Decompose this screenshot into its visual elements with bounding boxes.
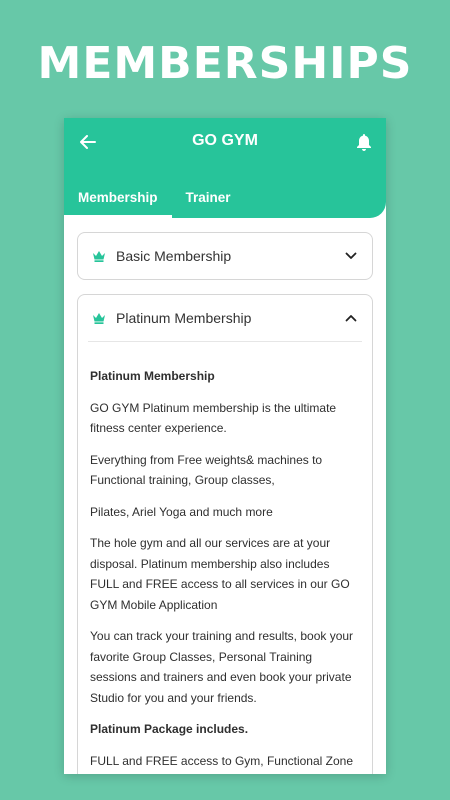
platinum-paragraph-4: The hole gym and all our services are at… — [90, 536, 350, 612]
platinum-membership-title: Platinum Membership — [116, 310, 252, 326]
tab-membership[interactable]: Membership — [64, 178, 172, 218]
basic-membership-header[interactable]: Basic Membership — [78, 233, 372, 279]
bell-icon — [357, 134, 371, 151]
platinum-membership-header[interactable]: Platinum Membership — [78, 295, 372, 341]
tab-trainer[interactable]: Trainer — [172, 178, 245, 218]
basic-membership-card: Basic Membership — [77, 232, 373, 280]
platinum-heading: Platinum Membership — [90, 369, 215, 383]
crown-icon — [92, 250, 106, 262]
tab-bar: Membership Trainer — [64, 178, 245, 218]
phone-screen: GO GYM Membership Trainer Basic Membersh… — [64, 118, 386, 774]
app-bar: GO GYM Membership Trainer — [64, 118, 386, 218]
content-area: Basic Membership Platinum Membership Pla… — [77, 232, 373, 774]
platinum-paragraph-3: Pilates, Ariel Yoga and much more — [90, 504, 273, 519]
package-heading: Platinum Package includes. — [90, 722, 249, 736]
platinum-membership-card: Platinum Membership Platinum Membership … — [77, 294, 373, 774]
platinum-paragraph-6: FULL and FREE access to Gym, Functional … — [90, 753, 353, 768]
promo-title: MEMBERSHIPS — [37, 38, 413, 89]
basic-membership-title: Basic Membership — [116, 248, 232, 264]
crown-icon — [92, 312, 106, 324]
chevron-down-icon — [344, 249, 358, 263]
platinum-paragraph-5: You can track your training and results,… — [90, 629, 354, 705]
notifications-button[interactable] — [354, 131, 374, 153]
chevron-up-icon — [344, 311, 358, 325]
platinum-paragraph-1: GO GYM Platinum membership is the ultima… — [90, 400, 337, 436]
app-title: GO GYM — [192, 132, 258, 149]
platinum-paragraph-2: Everything from Free weights& machines t… — [90, 452, 323, 488]
platinum-description: Platinum Membership GO GYM Platinum memb… — [78, 342, 372, 771]
